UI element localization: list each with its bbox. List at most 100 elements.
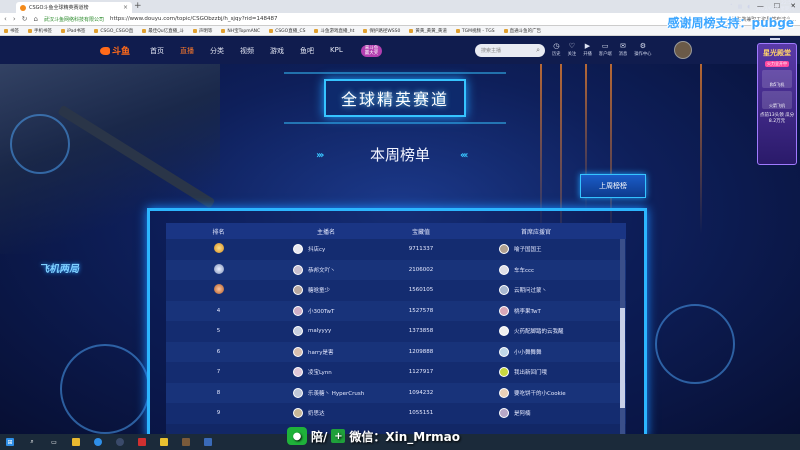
table-scroll-thumb[interactable] <box>620 308 625 408</box>
user-avatar[interactable] <box>674 41 692 59</box>
streamer-cell[interactable]: 小300TwT <box>271 305 381 316</box>
table-row[interactable]: 抖店cy 9711337 喻子国国王 <box>166 239 626 260</box>
streamer-avatar[interactable] <box>293 367 303 378</box>
table-row[interactable]: 9 奶思达 1055151 是阿楠 <box>166 403 626 424</box>
close-tab-icon[interactable]: × <box>123 4 128 11</box>
network-icon[interactable]: ▥ <box>738 4 743 10</box>
bookmark-item[interactable]: CSGO_CSGO直 <box>94 28 133 34</box>
header-icon-button[interactable]: ✉ 消息 <box>619 42 628 57</box>
site-identity[interactable]: 武汉斗鱼网络科技有限公司 <box>44 16 104 23</box>
streamer-avatar[interactable] <box>293 244 303 255</box>
nav-item[interactable]: KPL <box>330 46 343 56</box>
streamer-name[interactable]: 凌宝Lynn <box>308 368 332 376</box>
promo-sidebar[interactable]: 星光殿堂 火力全开中 和5飞机 火箭飞机 点前13头领 瓜分8.2万元 <box>757 43 797 165</box>
table-row[interactable]: 6 harry是害 1209888 小小舞舞舞 <box>166 341 626 362</box>
volume-icon[interactable]: ◖ <box>747 4 750 10</box>
bookmark-item[interactable]: 直通斗鱼的广告 <box>503 28 541 34</box>
event-title: 全球精英赛道 <box>340 90 449 109</box>
nav-item[interactable]: 视频 <box>240 46 254 56</box>
bookmark-item[interactable]: iPad书签 <box>61 28 85 34</box>
app-icon[interactable] <box>182 438 190 446</box>
tray-up-icon[interactable]: ˄ <box>730 4 733 10</box>
last-week-button[interactable]: 上周榜榜 <box>580 174 646 198</box>
table-row[interactable]: 8 乐羡糖丶 HyperCrush 1094232 要吃饼干的小Cookie <box>166 382 626 403</box>
bookmark-item[interactable]: 书签 <box>4 28 19 34</box>
collapse-icon[interactable] <box>770 38 780 40</box>
back-icon[interactable]: ‹ <box>4 15 7 23</box>
streamer-cell[interactable]: 恭邦文吖丶 <box>271 264 381 275</box>
streamer-name[interactable]: 糖晗童少 <box>308 286 330 294</box>
streamer-name[interactable]: 抖店cy <box>308 245 325 253</box>
nav-item[interactable]: 游戏 <box>270 46 284 56</box>
promo-badge[interactable]: 来斗鱼 赢大奖 <box>360 44 383 57</box>
header-icon-button[interactable]: ▶ 开播 <box>583 42 592 57</box>
streamer-avatar[interactable] <box>293 305 303 316</box>
streamer-name[interactable]: 恭邦文吖丶 <box>308 266 336 274</box>
table-row[interactable]: 7 凌宝Lynn 1127917 我出新回门哦 <box>166 362 626 383</box>
nav-item[interactable]: 鱼吧 <box>300 46 314 56</box>
task-view-icon[interactable]: ▭ <box>50 438 58 446</box>
streamer-avatar[interactable] <box>293 285 303 296</box>
rank-number: 8 <box>216 389 221 396</box>
streamer-cell[interactable]: malyyyy <box>271 326 381 337</box>
bookmark-item[interactable]: 声明等 <box>192 28 212 34</box>
table-row[interactable]: 4 小300TwT 1527578 桃李果TwT <box>166 300 626 321</box>
streamer-cell[interactable]: 奶思达 <box>271 408 381 419</box>
streamer-cell[interactable]: 凌宝Lynn <box>271 367 381 378</box>
streamer-cell[interactable]: harry是害 <box>271 346 381 357</box>
bookmark-icon <box>221 28 226 33</box>
header-icon-button[interactable]: ▭ 客户端 <box>599 42 612 57</box>
streamer-avatar[interactable] <box>293 408 303 419</box>
streamer-avatar[interactable] <box>293 387 303 398</box>
browser-tab[interactable]: CSGO斗鱼全球精英赛道榜 × <box>16 2 132 13</box>
windows-start-icon[interactable]: ⊞ <box>6 438 14 446</box>
streamer-name[interactable]: harry是害 <box>308 348 334 356</box>
promo-item[interactable]: 火箭飞机 <box>762 91 792 109</box>
bookmark-item[interactable]: 最佳Qu亿直播_斗 <box>142 28 184 34</box>
streamer-name[interactable]: 奶思达 <box>308 409 325 417</box>
bookmark-item[interactable]: 保护路径WSS0 <box>363 28 400 34</box>
streamer-cell[interactable]: 抖店cy <box>271 244 381 255</box>
new-tab-icon[interactable]: + <box>134 1 142 11</box>
rank-number: 7 <box>216 369 221 376</box>
nav-item[interactable]: 分类 <box>210 46 224 56</box>
app-icon[interactable] <box>204 438 212 446</box>
table-row[interactable]: 糖晗童少 1560105 云期问过蒙丶 <box>166 280 626 301</box>
nav-item[interactable]: 首页 <box>150 46 164 56</box>
app-icon[interactable] <box>160 438 168 446</box>
home-icon[interactable]: ⌂ <box>34 15 38 23</box>
file-explorer-icon[interactable] <box>72 438 80 446</box>
streamer-cell[interactable]: 乐羡糖丶 HyperCrush <box>271 387 381 398</box>
bookmark-item[interactable]: TGM视频 - TGS <box>455 28 495 34</box>
bookmark-item[interactable]: 手机书签 <box>28 28 52 34</box>
app-icon[interactable] <box>138 438 146 446</box>
streamer-avatar[interactable] <box>293 264 303 275</box>
table-row[interactable]: 5 malyyyy 1373858 火药配脚踏的云我醒 <box>166 321 626 342</box>
search-icon[interactable]: ⌕ <box>536 46 540 55</box>
header-icon-button[interactable]: ⚙ 操作中心 <box>634 42 651 57</box>
header-icon-button[interactable]: ♡ 关注 <box>568 42 577 57</box>
header-icon-button[interactable]: ◷ 历史 <box>552 42 561 57</box>
forward-icon[interactable]: › <box>13 15 16 23</box>
bookmark-item[interactable]: NH宝TopmANC <box>221 28 260 34</box>
bookmark-item[interactable]: 黄黄_黄黄_黄道 <box>409 28 447 34</box>
douyu-logo[interactable]: 斗鱼 <box>100 44 130 57</box>
refresh-icon[interactable]: ↻ <box>22 15 28 23</box>
steam-icon[interactable] <box>116 438 124 446</box>
streamer-cell[interactable]: 糖晗童少 <box>271 285 381 296</box>
streamer-avatar[interactable] <box>293 346 303 357</box>
search-input[interactable]: 搜索主播 ⌕ <box>475 44 545 57</box>
url-input[interactable]: https://www.douyu.com/topic/CSGObzzbj/h_… <box>110 16 278 22</box>
streamer-name[interactable]: malyyyy <box>308 328 331 334</box>
nav-item[interactable]: 直播 <box>180 46 194 56</box>
table-row[interactable]: 恭邦文吖丶 2106002 车车ccc <box>166 259 626 280</box>
browser-icon[interactable] <box>94 438 102 446</box>
promo-item[interactable]: 和5飞机 <box>762 70 792 88</box>
streamer-name[interactable]: 乐羡糖丶 HyperCrush <box>308 389 364 397</box>
bookmark-item[interactable]: 斗鱼游戏直播_ht <box>314 28 354 34</box>
streamer-avatar[interactable] <box>293 326 303 337</box>
streamer-name[interactable]: 小300TwT <box>308 307 334 315</box>
search-icon[interactable]: ⌕ <box>28 438 36 446</box>
clock[interactable]: 22:51 2022/6/25 星期六 <box>756 1 794 13</box>
bookmark-item[interactable]: CSGO直播_CS <box>269 28 305 34</box>
